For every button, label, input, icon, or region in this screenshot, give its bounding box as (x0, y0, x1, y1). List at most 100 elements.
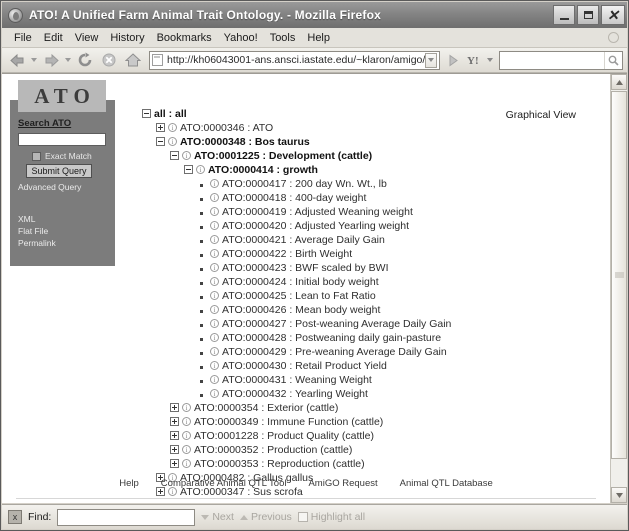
info-icon[interactable]: i (210, 277, 219, 286)
menu-item-file[interactable]: File (8, 31, 38, 45)
find-previous-button[interactable]: Previous (239, 511, 292, 523)
tree-node[interactable]: i ATO:0001225 : Development (cattle) (170, 149, 451, 163)
tree-node[interactable]: i ATO:0000352 : Production (cattle) (170, 443, 451, 457)
tree-node-label[interactable]: all : all (154, 107, 187, 121)
menu-item-edit[interactable]: Edit (38, 31, 69, 45)
tree-node[interactable]: i ATO:0000430 : Retail Product Yield (198, 359, 451, 373)
expand-icon[interactable] (170, 403, 179, 412)
expand-icon[interactable] (156, 123, 165, 132)
info-icon[interactable]: i (210, 319, 219, 328)
info-icon[interactable]: i (182, 151, 191, 160)
info-icon[interactable]: i (210, 193, 219, 202)
tree-node[interactable]: i ATO:0000417 : 200 day Wn. Wt., lb (198, 177, 451, 191)
tree-node-label[interactable]: ATO:0000425 : Lean to Fat Ratio (222, 289, 376, 303)
info-icon[interactable]: i (210, 207, 219, 216)
collapse-icon[interactable] (184, 165, 193, 174)
footer-link-help[interactable]: Help (119, 478, 139, 489)
expand-icon[interactable] (170, 459, 179, 468)
tree-node[interactable]: i ATO:0000353 : Reproduction (cattle) (170, 457, 451, 471)
tree-node-label[interactable]: ATO:0000427 : Post-weaning Average Daily… (222, 317, 451, 331)
tree-node[interactable]: i ATO:0000418 : 400-day weight (198, 191, 451, 205)
find-input[interactable] (57, 508, 196, 526)
expand-icon[interactable] (170, 431, 179, 440)
tree-node-label[interactable]: ATO:0000414 : growth (208, 163, 318, 177)
info-icon[interactable]: i (210, 179, 219, 188)
advanced-query-link[interactable]: Advanced Query (18, 182, 81, 192)
tree-node-label[interactable]: ATO:0000353 : Reproduction (cattle) (194, 457, 365, 471)
forward-history-dropdown-icon[interactable] (65, 58, 71, 62)
tree-node[interactable]: i ATO:0000427 : Post-weaning Average Dail… (198, 317, 451, 331)
close-button[interactable]: ✕ (601, 5, 625, 25)
tree-node-label[interactable]: ATO:0000419 : Adjusted Weaning weight (222, 205, 413, 219)
tree-node-label[interactable]: ATO:0000354 : Exterior (cattle) (194, 401, 338, 415)
tree-node[interactable]: i ATO:0000346 : ATO (156, 121, 451, 135)
footer-link-amigo-request[interactable]: AmiGO Request (308, 478, 377, 489)
menu-item-bookmarks[interactable]: Bookmarks (151, 31, 218, 45)
scroll-up-button[interactable] (611, 74, 627, 90)
info-icon[interactable]: i (182, 459, 191, 468)
stop-button[interactable] (98, 50, 120, 71)
minimize-button[interactable] (553, 5, 575, 25)
tree-node[interactable]: i ATO:0000421 : Average Daily Gain (198, 233, 451, 247)
menu-item-yahoo[interactable]: Yahoo! (218, 31, 264, 45)
info-icon[interactable]: i (210, 263, 219, 272)
tree-node-label[interactable]: ATO:0000352 : Production (cattle) (194, 443, 352, 457)
info-icon[interactable]: i (210, 333, 219, 342)
tree-node[interactable]: i ATO:0000428 : Postweaning daily gain-pa… (198, 331, 451, 345)
tree-node[interactable]: i ATO:0000432 : Yearling Weight (198, 387, 451, 401)
tree-node-label[interactable]: ATO:0000428 : Postweaning daily gain-pas… (222, 331, 441, 345)
tree-node[interactable]: i ATO:0001228 : Product Quality (cattle) (170, 429, 451, 443)
graphical-view-link[interactable]: Graphical View (506, 109, 576, 121)
info-icon[interactable]: i (210, 361, 219, 370)
info-icon[interactable]: i (182, 403, 191, 412)
go-button[interactable] (444, 51, 462, 70)
search-bar[interactable] (499, 50, 623, 70)
xml-link[interactable]: XML (18, 214, 35, 224)
menu-item-help[interactable]: Help (301, 31, 336, 45)
reload-button[interactable] (74, 50, 96, 71)
info-icon[interactable]: i (182, 445, 191, 454)
tree-node-label[interactable]: ATO:0000430 : Retail Product Yield (222, 359, 387, 373)
info-icon[interactable]: i (210, 305, 219, 314)
scrollbar-thumb[interactable] (611, 91, 627, 459)
scroll-down-button[interactable] (611, 487, 627, 503)
tree-node-label[interactable]: ATO:0000349 : Immune Function (cattle) (194, 415, 383, 429)
tree-node[interactable]: i ATO:0000420 : Adjusted Yearling weight (198, 219, 451, 233)
flat-file-link[interactable]: Flat File (18, 226, 48, 236)
home-button[interactable] (122, 50, 144, 71)
exact-match-row[interactable]: Exact Match (32, 151, 92, 161)
tree-node[interactable]: i ATO:0000425 : Lean to Fat Ratio (198, 289, 451, 303)
tree-node-label[interactable]: ATO:0000429 : Pre-weaning Average Daily … (222, 345, 447, 359)
maximize-button[interactable] (577, 5, 599, 25)
back-button[interactable] (6, 50, 28, 71)
collapse-icon[interactable] (170, 151, 179, 160)
tree-node-label[interactable]: ATO:0000432 : Yearling Weight (222, 387, 368, 401)
tree-node-label[interactable]: ATO:0000423 : BWF scaled by BWI (222, 261, 389, 275)
find-next-button[interactable]: Next (201, 511, 234, 523)
info-icon[interactable]: i (168, 123, 177, 132)
tree-node-label[interactable]: ATO:0001228 : Product Quality (cattle) (194, 429, 374, 443)
tree-node[interactable]: i ATO:0000426 : Mean body weight (198, 303, 451, 317)
expand-icon[interactable] (170, 417, 179, 426)
tree-node[interactable]: i ATO:0000419 : Adjusted Weaning weight (198, 205, 451, 219)
info-icon[interactable]: i (210, 389, 219, 398)
tree-node-label[interactable]: ATO:0000422 : Birth Weight (222, 247, 352, 261)
tree-node-label[interactable]: ATO:0000420 : Adjusted Yearling weight (222, 219, 409, 233)
footer-link-animal-qtl-database[interactable]: Animal QTL Database (400, 478, 493, 489)
permalink-link[interactable]: Permalink (18, 238, 56, 248)
info-icon[interactable]: i (210, 347, 219, 356)
highlight-all-checkbox[interactable] (297, 512, 308, 522)
tree-node[interactable]: all : all (142, 107, 451, 121)
forward-button[interactable] (40, 50, 62, 71)
expand-icon[interactable] (170, 445, 179, 454)
tree-node-label[interactable]: ATO:0000426 : Mean body weight (222, 303, 380, 317)
tree-node[interactable]: i ATO:0000429 : Pre-weaning Average Daily… (198, 345, 451, 359)
info-icon[interactable]: i (182, 417, 191, 426)
tree-node-label[interactable]: ATO:0000424 : Initial body weight (222, 275, 379, 289)
tree-node-label[interactable]: ATO:0000348 : Bos taurus (180, 135, 310, 149)
tree-node-label[interactable]: ATO:0000431 : Weaning Weight (222, 373, 372, 387)
address-bar[interactable]: http://kh06043001-ans.ansci.iastate.edu/… (149, 50, 440, 70)
tree-node[interactable]: i ATO:0000423 : BWF scaled by BWI (198, 261, 451, 275)
tree-node-label[interactable]: ATO:0000346 : ATO (180, 121, 273, 135)
find-close-button[interactable]: x (8, 510, 22, 524)
